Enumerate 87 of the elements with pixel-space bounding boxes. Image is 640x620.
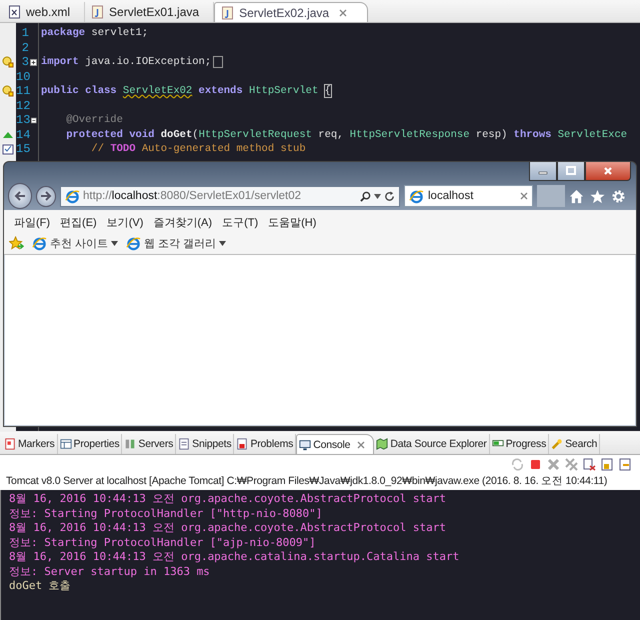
view-tab[interactable]: Snippets bbox=[176, 434, 234, 454]
collapse-fold-icon[interactable] bbox=[31, 116, 37, 124]
line-number: 2 bbox=[22, 40, 29, 55]
close-icon[interactable] bbox=[357, 440, 366, 448]
forward-button[interactable] bbox=[36, 186, 56, 206]
close-tab-icon[interactable] bbox=[520, 192, 528, 200]
line-number: 13 bbox=[16, 113, 30, 128]
back-arrow-icon bbox=[14, 190, 26, 202]
menu-item[interactable]: 즐겨찾기(A) bbox=[149, 215, 218, 230]
minimize-button[interactable] bbox=[529, 162, 557, 181]
code-line: import java.io.IOException; bbox=[41, 55, 212, 70]
forward-arrow-icon bbox=[40, 190, 52, 202]
line-number: 10 bbox=[16, 70, 30, 84]
search-icon[interactable] bbox=[360, 190, 371, 202]
star-icon[interactable] bbox=[590, 188, 605, 204]
favorites-link[interactable]: 추천 사이트 bbox=[50, 236, 108, 250]
view-tab[interactable]: Markers bbox=[2, 434, 58, 454]
dropdown-caret-icon[interactable] bbox=[111, 240, 118, 246]
code-line: @Override bbox=[65, 113, 123, 128]
view-tab[interactable]: Progress bbox=[490, 434, 550, 454]
editor-tab[interactable]: ServletEx02.java bbox=[214, 2, 368, 22]
snippets-view-icon bbox=[178, 438, 190, 450]
line-number: 11 bbox=[16, 84, 30, 98]
code-line: public class ServletEx02 extends HttpServlet { bbox=[41, 84, 331, 98]
close-icon[interactable] bbox=[339, 8, 348, 16]
servers-view-icon bbox=[124, 438, 136, 450]
page-icon bbox=[32, 236, 47, 250]
view-tab[interactable]: Properties bbox=[58, 434, 122, 454]
settings-icon[interactable] bbox=[611, 188, 626, 204]
view-tab[interactable]: Console bbox=[296, 434, 374, 454]
search-view-icon bbox=[551, 438, 564, 450]
view-tab[interactable]: Search bbox=[549, 434, 600, 454]
favorites-link[interactable]: 웹 조각 갤러리 bbox=[144, 236, 216, 250]
menu-item[interactable]: 파일(F) bbox=[10, 215, 56, 230]
console-line: 정보: Starting ProtocolHandler ["ajp-nio-8009"] bbox=[9, 536, 316, 548]
menu-item[interactable]: 편집(E) bbox=[56, 215, 103, 230]
editor-tab[interactable]: ServletEx01.java bbox=[85, 2, 214, 22]
line-number: 3 bbox=[22, 55, 29, 70]
stop-icon[interactable] bbox=[529, 458, 542, 471]
problems-view-icon bbox=[236, 438, 248, 450]
view-tab[interactable]: Servers bbox=[122, 434, 176, 454]
pin-console-icon[interactable] bbox=[619, 458, 632, 471]
properties-view-icon bbox=[60, 438, 72, 450]
markers-view-icon bbox=[4, 438, 16, 450]
scroll-lock-icon[interactable] bbox=[601, 458, 614, 471]
close-icon bbox=[603, 166, 613, 176]
console-line: 8월 16, 2016 10:44:13 오전 org.apache.catalina.startup.Catalina start bbox=[9, 550, 460, 563]
console-line: 정보: Server startup in 1363 ms bbox=[9, 564, 210, 578]
clear-console-icon[interactable] bbox=[583, 458, 596, 471]
code-line: // TODO Auto-generated method stub bbox=[90, 142, 306, 156]
console-line: 정보: Starting ProtocolHandler ["http-nio-8080"] bbox=[9, 506, 322, 520]
favorites-star-icon[interactable] bbox=[9, 236, 24, 250]
code-line: protected void doGet(HttpServletRequest req, HttpServletResponse resp) throws ServletExce bbox=[65, 128, 628, 142]
console-title: Tomcat v8.0 Server at localhost [Apache Tomcat] C:₩Program Files₩Java₩jdk1.8.0_92₩bin₩javaw.exe (2016. 8. 16. 오전 10:44:11) bbox=[6, 475, 608, 487]
menu-item[interactable]: 보기(V) bbox=[102, 215, 150, 230]
browser-logo-icon bbox=[409, 188, 424, 204]
xml-file-icon bbox=[8, 5, 21, 19]
java-file-icon bbox=[221, 6, 234, 20]
menu-item[interactable]: 도움말(H) bbox=[264, 215, 322, 230]
datasource-view-icon bbox=[376, 438, 388, 450]
line-number: 1 bbox=[22, 26, 29, 40]
view-tab[interactable]: Data Source Explorer bbox=[374, 434, 490, 454]
editor-tab[interactable]: web.xml bbox=[2, 2, 86, 22]
line-number: 14 bbox=[16, 128, 30, 142]
maximize-button[interactable] bbox=[557, 162, 585, 181]
back-button[interactable] bbox=[8, 183, 32, 209]
console-line: 8월 16, 2016 10:44:13 오전 org.apache.coyote.AbstractProtocol start bbox=[9, 521, 446, 534]
browser-tab[interactable]: localhost bbox=[404, 185, 534, 207]
close-button[interactable] bbox=[585, 162, 631, 181]
line-number: 15 bbox=[16, 142, 30, 156]
expand-fold-icon[interactable] bbox=[30, 58, 37, 66]
dropdown-caret-icon[interactable] bbox=[219, 240, 226, 246]
code-line: package servlet1; bbox=[41, 26, 148, 40]
address-bar[interactable]: http://localhost:8080/ServletEx01/servlet02 bbox=[60, 186, 400, 206]
browser-logo-icon bbox=[65, 188, 80, 204]
line-number: 12 bbox=[16, 98, 30, 113]
home-icon[interactable] bbox=[569, 188, 584, 204]
console-line: 8월 16, 2016 10:44:13 오전 org.apache.coyote.AbstractProtocol start bbox=[9, 492, 446, 505]
console-view-icon bbox=[299, 438, 312, 450]
java-file-icon bbox=[91, 5, 104, 19]
dropdown-caret-icon[interactable] bbox=[374, 194, 381, 198]
maximize-icon bbox=[566, 166, 576, 176]
folded-code-marker[interactable] bbox=[213, 56, 224, 68]
page-icon bbox=[126, 236, 142, 250]
refresh-icon[interactable] bbox=[384, 190, 395, 202]
console-line: doGet 호출 bbox=[9, 579, 71, 592]
menu-item[interactable]: 도구(T) bbox=[218, 215, 264, 230]
